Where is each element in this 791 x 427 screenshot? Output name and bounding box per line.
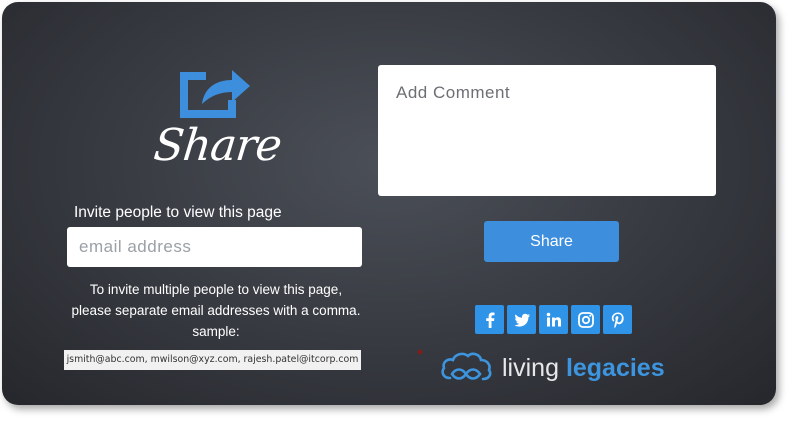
email-address-input[interactable]: [67, 227, 362, 267]
comment-field[interactable]: [378, 65, 716, 196]
twitter-icon[interactable]: [507, 305, 536, 334]
sample-label: sample:: [192, 324, 240, 339]
sample-emails: jsmith@abc.com, mwilson@xyz.com, rajesh.…: [64, 350, 361, 370]
invite-help-text: To invite multiple people to view this p…: [66, 279, 366, 342]
brand-word-legacies: legacies: [565, 353, 665, 382]
share-button[interactable]: Share: [484, 221, 619, 262]
share-arrow-icon: [176, 60, 252, 122]
decorative-dot: [417, 349, 423, 355]
invite-heading: Invite people to view this page: [74, 204, 282, 221]
facebook-icon[interactable]: [475, 305, 504, 334]
brand-name: living legacies: [502, 354, 665, 383]
pinterest-icon[interactable]: [603, 305, 632, 334]
help-line-2: please separate email addresses with a c…: [71, 303, 361, 318]
help-line-1: To invite multiple people to view this p…: [89, 282, 343, 297]
brand-word-living: living: [502, 353, 559, 382]
social-links: [475, 305, 632, 334]
cloud-infinity-icon: [441, 352, 492, 381]
instagram-icon[interactable]: [571, 305, 600, 334]
linkedin-icon[interactable]: [539, 305, 568, 334]
living-legacies-logo: living legacies: [438, 348, 665, 388]
share-panel: Share Invite people to view this page To…: [2, 2, 776, 405]
share-title: Share: [151, 120, 284, 171]
